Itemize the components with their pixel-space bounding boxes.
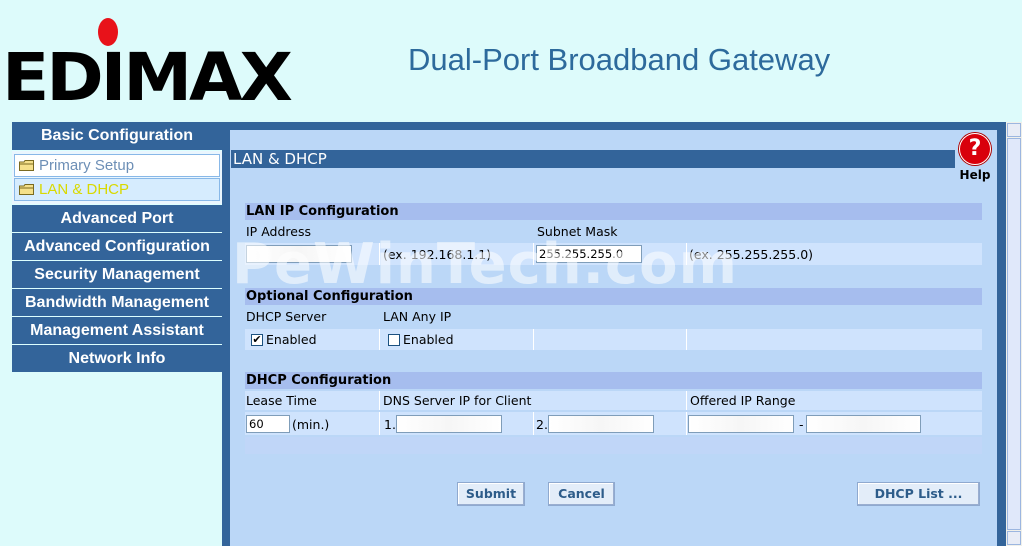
optional-config-heading: Optional Configuration bbox=[245, 288, 982, 305]
offered-ip-range-label: Offered IP Range bbox=[690, 393, 796, 408]
sidebar-item-network-info[interactable]: Network Info bbox=[12, 344, 222, 372]
dhcp-list-button[interactable]: DHCP List ... bbox=[857, 482, 980, 506]
edimax-logo: EDIMAX bbox=[2, 39, 293, 116]
dns1-input[interactable] bbox=[396, 415, 502, 433]
help-label: Help bbox=[959, 168, 991, 182]
dhcp-spacer-row bbox=[245, 437, 982, 454]
lease-time-unit: (min.) bbox=[292, 417, 330, 432]
dhcp-label-row bbox=[245, 391, 982, 410]
ip-range-end-input[interactable] bbox=[806, 415, 921, 433]
folder-icon bbox=[19, 160, 34, 171]
lan-ip-heading: LAN IP Configuration bbox=[245, 203, 982, 220]
sidebar-item-label: Primary Setup bbox=[39, 157, 135, 174]
page-title: Dual-Port Broadband Gateway bbox=[408, 42, 831, 77]
dns-server-label: DNS Server IP for Client bbox=[383, 393, 532, 408]
cancel-button[interactable]: Cancel bbox=[548, 482, 615, 506]
submit-button[interactable]: Submit bbox=[457, 482, 525, 506]
optional-config-row bbox=[245, 329, 982, 350]
folder-icon bbox=[19, 184, 34, 195]
lan-any-ip-checkbox[interactable] bbox=[388, 334, 400, 346]
scroll-up-button[interactable] bbox=[1007, 123, 1021, 137]
help-icon: ? bbox=[959, 133, 991, 165]
sidebar-item-lan-dhcp[interactable]: LAN & DHCP bbox=[14, 178, 220, 201]
sidebar-item-security-management[interactable]: Security Management bbox=[12, 260, 222, 288]
sidebar-item-label: LAN & DHCP bbox=[39, 181, 130, 198]
sidebar-submenu: Primary Setup LAN & DHCP bbox=[12, 151, 222, 204]
dns1-prefix: 1. bbox=[384, 417, 396, 432]
scroll-thumb[interactable] bbox=[1007, 138, 1021, 530]
sidebar-item-primary-setup[interactable]: Primary Setup bbox=[14, 154, 220, 177]
sidebar-item-advanced-port[interactable]: Advanced Port bbox=[12, 204, 222, 232]
lan-any-ip-label: LAN Any IP bbox=[383, 309, 452, 324]
sidebar: Basic Configuration Primary Setup LAN & … bbox=[12, 122, 222, 372]
dns2-input[interactable] bbox=[548, 415, 654, 433]
lease-time-label: Lease Time bbox=[246, 393, 317, 408]
sidebar-item-advanced-configuration[interactable]: Advanced Configuration bbox=[12, 232, 222, 260]
help-button[interactable]: ? Help bbox=[958, 133, 992, 182]
ip-range-separator: - bbox=[799, 417, 804, 432]
ip-range-start-input[interactable] bbox=[688, 415, 794, 433]
dns2-prefix: 2. bbox=[536, 417, 548, 432]
dhcp-server-enabled-label: Enabled bbox=[266, 332, 317, 347]
sidebar-item-management-assistant[interactable]: Management Assistant bbox=[12, 316, 222, 344]
dhcp-server-label: DHCP Server bbox=[246, 309, 327, 324]
section-title: LAN & DHCP bbox=[231, 150, 955, 168]
sidebar-item-basic-configuration[interactable]: Basic Configuration bbox=[12, 122, 222, 151]
sidebar-item-bandwidth-management[interactable]: Bandwidth Management bbox=[12, 288, 222, 316]
lan-any-ip-enabled-label: Enabled bbox=[403, 332, 454, 347]
scroll-down-button[interactable] bbox=[1007, 531, 1021, 545]
lease-time-input[interactable]: 60 bbox=[246, 415, 290, 433]
dhcp-server-checkbox[interactable]: ✔ bbox=[251, 334, 263, 346]
dhcp-config-heading: DHCP Configuration bbox=[245, 372, 982, 389]
